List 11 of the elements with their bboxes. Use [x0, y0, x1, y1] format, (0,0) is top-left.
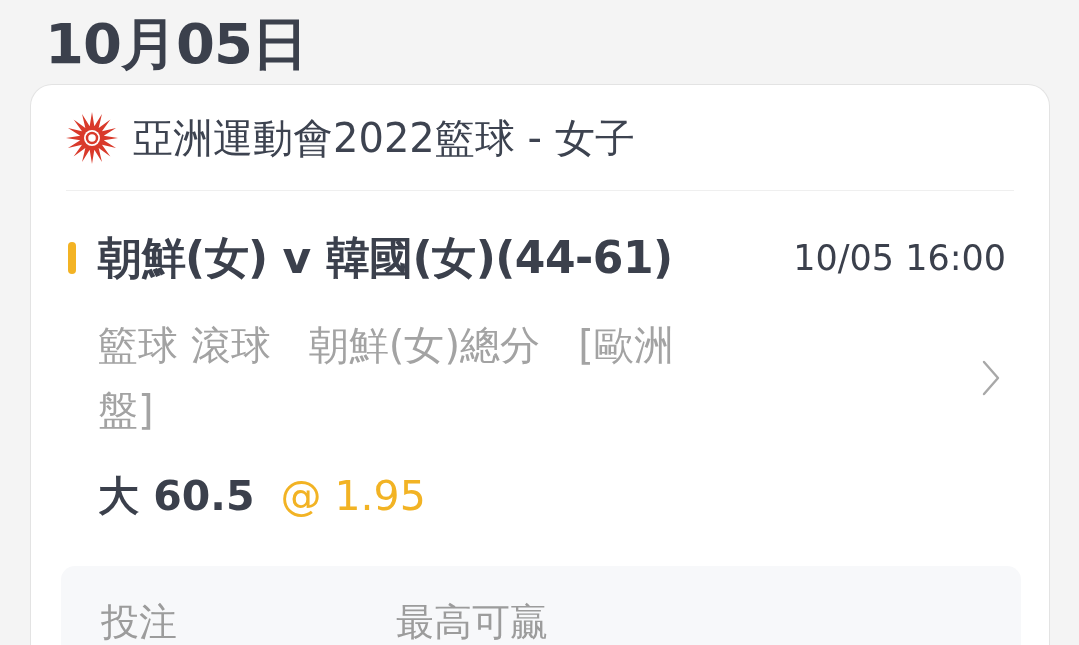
match-time: 10/05 16:00	[793, 237, 1006, 280]
column-label: 投注	[101, 600, 178, 644]
chevron-right-icon[interactable]	[982, 360, 1000, 396]
competition-title: 亞洲運動會2022籃球 - 女子	[133, 113, 635, 162]
match-title: 朝鮮(女) v 韓國(女)(44-61)	[98, 231, 673, 285]
indicator-bar-icon	[68, 242, 76, 274]
date-heading: 10月05日	[45, 14, 307, 74]
column-label: 最高可贏	[396, 600, 548, 644]
bet-odds: @ 1.95	[280, 471, 426, 522]
market-description: 籃球 滾球 朝鮮(女)總分 [歐洲盤]	[98, 321, 675, 435]
bet-selection: 大 60.5	[98, 471, 255, 522]
